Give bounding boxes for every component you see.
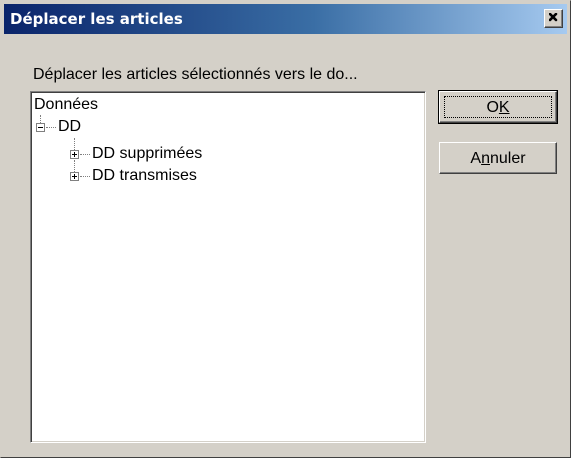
move-items-dialog: Déplacer les articles Déplacer les artic…	[0, 0, 571, 458]
tree-connector	[74, 138, 75, 150]
tree-node-dd-transmises[interactable]: DD transmises	[92, 166, 197, 186]
tree-connector	[74, 160, 75, 172]
cancel-accelerator: n	[481, 149, 490, 167]
window-title: Déplacer les articles	[10, 10, 183, 28]
tree-connector	[40, 115, 41, 123]
ok-label-prefix: O	[486, 98, 499, 116]
cancel-label-prefix: A	[470, 149, 482, 167]
move-prompt-label: Déplacer les articles sélectionnés vers …	[33, 66, 358, 83]
ok-accelerator: K	[498, 98, 510, 116]
collapse-icon[interactable]	[36, 123, 45, 132]
tree-node-dd-supprimees[interactable]: DD supprimées	[92, 144, 202, 164]
tree-connector	[80, 154, 90, 155]
close-icon	[549, 13, 558, 22]
tree-connector	[46, 127, 56, 128]
cancel-button[interactable]: Annuler	[439, 142, 557, 174]
tree-node-root[interactable]: Données	[34, 95, 98, 115]
expand-icon[interactable]	[70, 150, 79, 159]
title-bar[interactable]: Déplacer les articles	[4, 4, 567, 34]
cancel-label-suffix: nuler	[490, 149, 526, 167]
tree-node-dd[interactable]: DD	[58, 117, 81, 137]
close-button[interactable]	[544, 9, 563, 28]
expand-icon[interactable]	[70, 172, 79, 181]
tree-connector	[80, 176, 90, 177]
folder-tree[interactable]: Données DD DD supprimées DD transmises	[30, 91, 426, 443]
ok-button[interactable]: OK	[438, 90, 558, 124]
